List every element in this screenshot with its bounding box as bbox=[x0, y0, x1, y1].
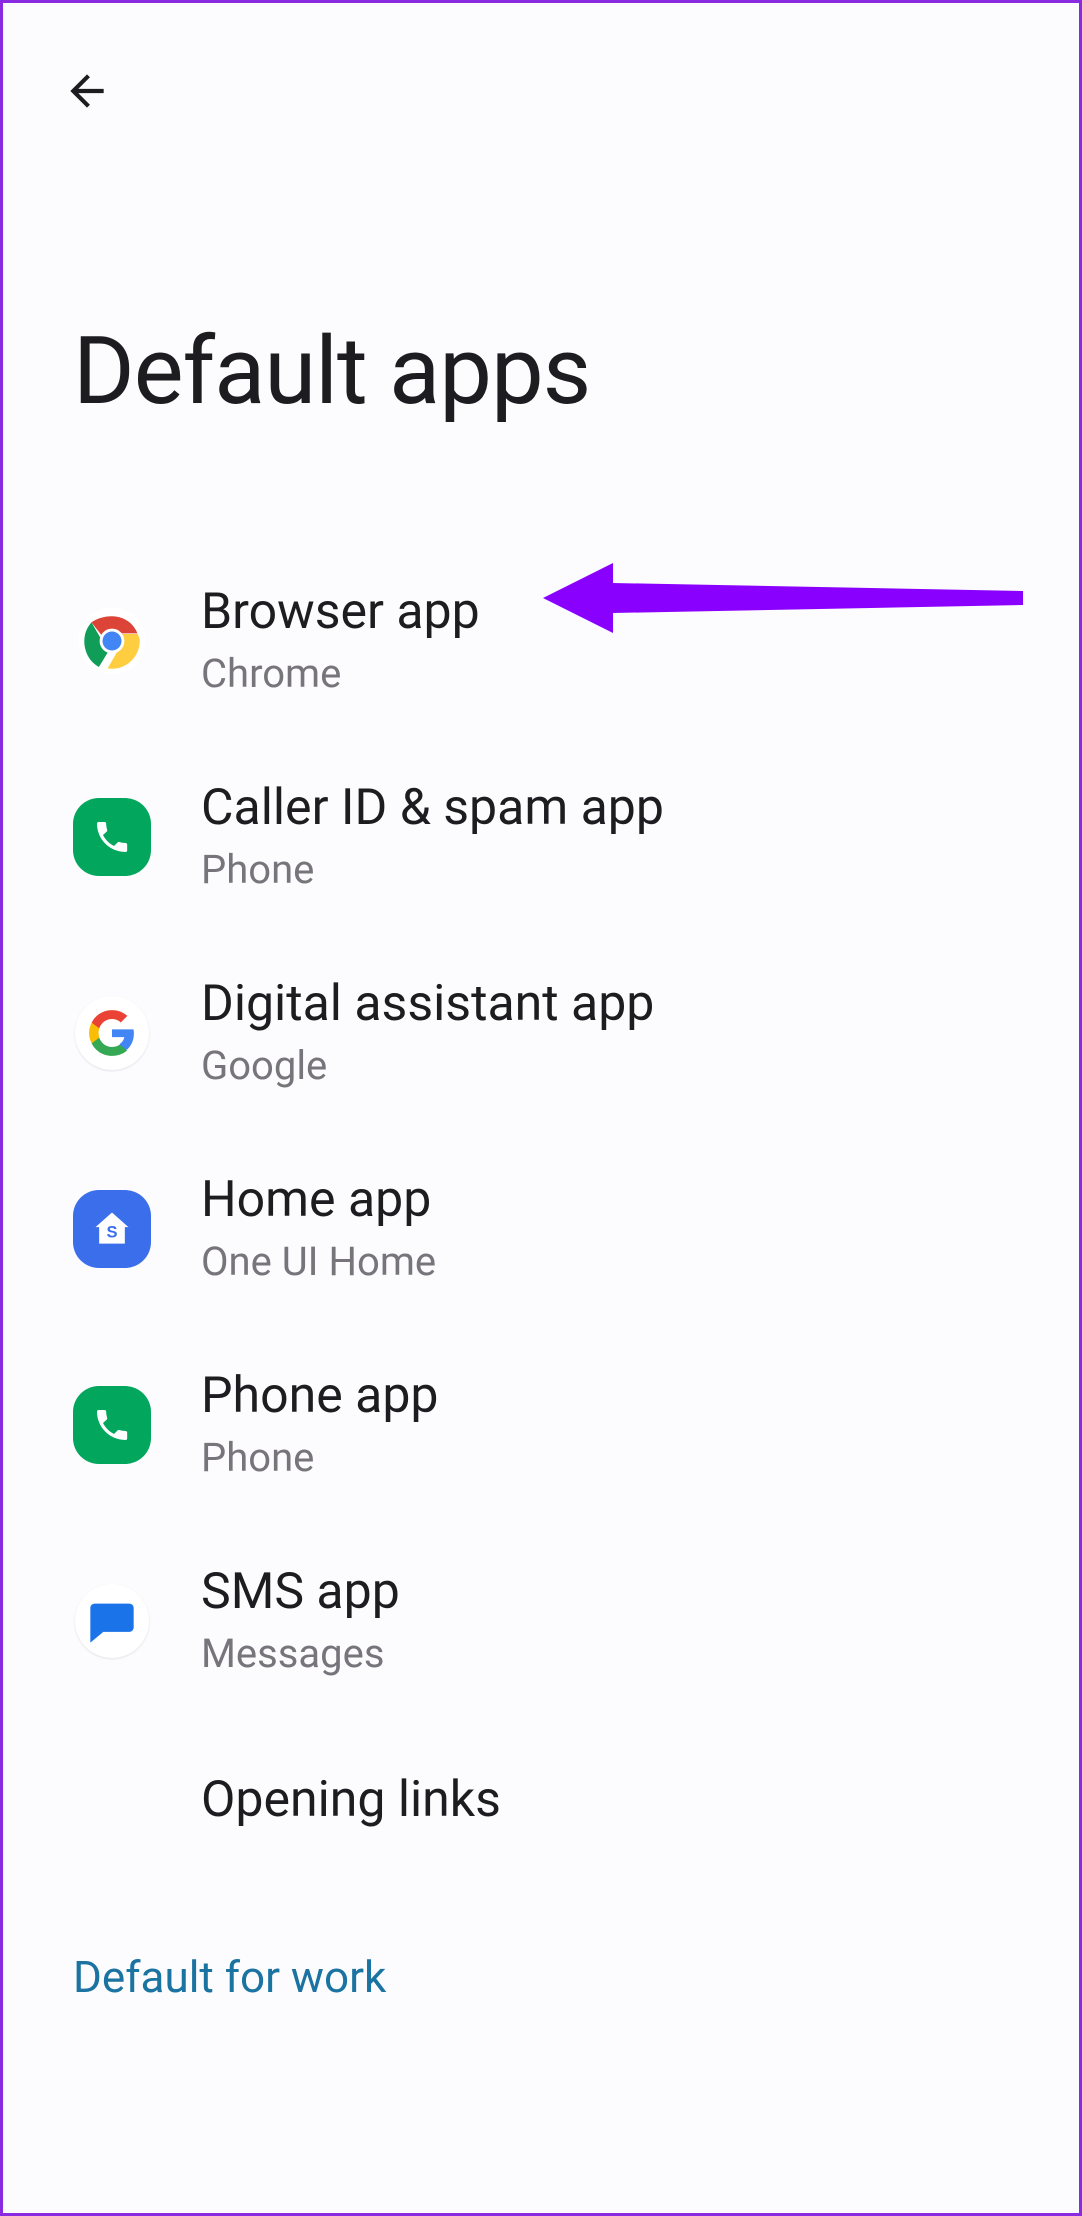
phone-green-icon bbox=[73, 1386, 151, 1464]
phone-green-icon bbox=[73, 798, 151, 876]
default-for-work-link[interactable]: Default for work bbox=[3, 1881, 1079, 2045]
list-item-subtitle: Google bbox=[201, 1042, 1025, 1089]
footer-link-label: Default for work bbox=[73, 1951, 1025, 2003]
list-item-phone-app[interactable]: Phone app Phone bbox=[3, 1327, 1079, 1523]
messages-icon bbox=[73, 1582, 151, 1660]
chrome-icon bbox=[73, 602, 151, 680]
list-item-subtitle: Phone bbox=[201, 1434, 1025, 1481]
svg-text:S: S bbox=[106, 1223, 117, 1241]
list-item-subtitle: Chrome bbox=[201, 650, 1025, 697]
default-apps-screen: Default apps Browser app Chrome bbox=[0, 0, 1082, 2216]
list-item-title: Opening links bbox=[201, 1773, 1025, 1828]
page-title: Default apps bbox=[73, 316, 590, 426]
default-apps-list: Browser app Chrome Caller ID & spam app … bbox=[3, 543, 1079, 2045]
list-item-caller-id-spam-app[interactable]: Caller ID & spam app Phone bbox=[3, 739, 1079, 935]
list-item-opening-links[interactable]: Opening links bbox=[3, 1719, 1079, 1881]
back-button[interactable] bbox=[57, 61, 117, 121]
list-item-subtitle: One UI Home bbox=[201, 1238, 1025, 1285]
list-item-home-app[interactable]: S Home app One UI Home bbox=[3, 1131, 1079, 1327]
google-g-icon bbox=[73, 994, 151, 1072]
list-item-title: Phone app bbox=[201, 1369, 1025, 1424]
empty-icon bbox=[73, 1761, 151, 1839]
list-item-title: Caller ID & spam app bbox=[201, 781, 1025, 836]
one-ui-home-icon: S bbox=[73, 1190, 151, 1268]
list-item-title: Home app bbox=[201, 1173, 1025, 1228]
list-item-title: Digital assistant app bbox=[201, 977, 1025, 1032]
list-item-browser-app[interactable]: Browser app Chrome bbox=[3, 543, 1079, 739]
list-item-digital-assistant-app[interactable]: Digital assistant app Google bbox=[3, 935, 1079, 1131]
list-item-subtitle: Phone bbox=[201, 846, 1025, 893]
list-item-title: Browser app bbox=[201, 585, 1025, 640]
list-item-subtitle: Messages bbox=[201, 1630, 1025, 1677]
list-item-sms-app[interactable]: SMS app Messages bbox=[3, 1523, 1079, 1719]
back-arrow-icon bbox=[62, 66, 112, 116]
list-item-title: SMS app bbox=[201, 1565, 1025, 1620]
